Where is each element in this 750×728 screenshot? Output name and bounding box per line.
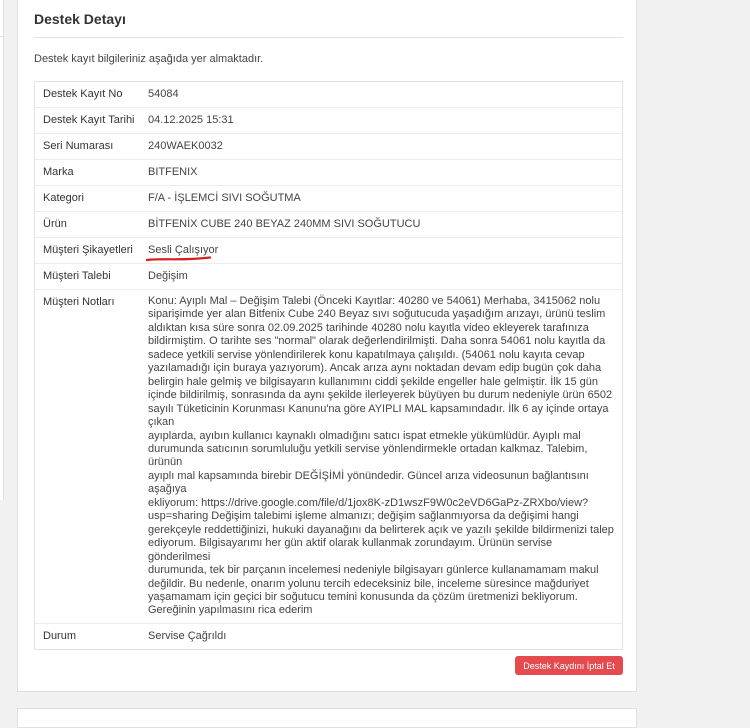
notes-line: ekliyorum: https://drive.google.com/file…: [148, 496, 589, 509]
notes-line: belirgin hale gelmiş ve bilgisayarın kul…: [148, 375, 599, 388]
next-card: [17, 708, 637, 728]
record-no-label: Destek Kayıt No: [43, 88, 123, 100]
detail-table: Destek Kayıt No 54084 Destek Kayıt Tarih…: [34, 81, 623, 650]
notes-line: durumunda satıcının sorumluluğu yetkili …: [148, 442, 588, 469]
complaint-value: Sesli Çalışıyor: [148, 244, 219, 256]
notes-label: Müşteri Notları: [43, 296, 115, 308]
record-no-value: 54084: [148, 88, 179, 100]
red-underline-annotation: [146, 256, 212, 262]
page-title: Destek Detayı: [34, 11, 126, 27]
brand-label: Marka: [43, 166, 74, 178]
notes-line: Gereğinin yapılmasını rica ederim: [148, 604, 313, 617]
record-date-value: 04.12.2025 15:31: [148, 114, 234, 126]
notes-line: yaşamamam için geçici bir soğutucu temin…: [148, 590, 578, 603]
complaint-value-wrap: Sesli Çalışıyor: [146, 243, 219, 262]
notes-line: sayılı Tüketicinin Korunması Kanunu'na g…: [148, 402, 609, 429]
record-date-label: Destek Kayıt Tarihi: [43, 114, 135, 126]
status-label: Durum: [43, 629, 77, 642]
notes-line: ayıplarda, ayıbın kullanıcı kaynaklı olm…: [148, 429, 581, 442]
row-notes: Müşteri Notları Konu: Ayıplı Mal – Değiş…: [35, 290, 622, 624]
sidebar-edge: [0, 0, 4, 500]
row-request: Müşteri Talebi Değişim: [35, 264, 622, 290]
request-value: Değişim: [148, 270, 188, 282]
row-record-date: Destek Kayıt Tarihi 04.12.2025 15:31: [35, 108, 622, 134]
product-label: Ürün: [43, 218, 67, 230]
row-brand: Marka BITFENIX: [35, 160, 622, 186]
notes-line: ayıplı mal kapsamında birebir DEĞİŞİMİ y…: [148, 469, 589, 496]
row-complaint: Müşteri Şikayetleri Sesli Çalışıyor: [35, 238, 622, 264]
notes-line: siparişimde yer alan Bitfenix Cube 240 B…: [148, 308, 606, 321]
brand-value: BITFENIX: [148, 166, 198, 178]
sidebar-edge-bump: [0, 0, 3, 37]
complaint-cell: Sesli Çalışıyor: [141, 238, 622, 263]
category-label: Kategori: [43, 192, 84, 204]
notes-line: aldıktan kısa süre sonra 02.09.2025 tari…: [148, 321, 589, 334]
notes-line: Konu: Ayıplı Mal – Değişim Talebi (Öncek…: [148, 295, 601, 307]
title-divider: [34, 37, 623, 38]
notes-line: bildirmiştim. O tarihte ses "normal" ola…: [148, 335, 606, 348]
support-detail-card: Destek Detayı Destek kayıt bilgileriniz …: [17, 0, 637, 692]
notes-value: Konu: Ayıplı Mal – Değişim Talebi (Öncek…: [141, 290, 622, 623]
notes-line: usp=sharing Değişim talebimi işleme alma…: [148, 510, 579, 523]
row-category: Kategori F/A - İŞLEMCİ SIVI SOĞUTMA: [35, 186, 622, 212]
product-value: BİTFENİX CUBE 240 BEYAZ 240MM SIVI SOĞUT…: [148, 218, 421, 230]
serial-value: 240WAEK0032: [148, 140, 223, 152]
notes-line: ediyorum. Bilgisayarımı her gün aktif ol…: [148, 537, 553, 563]
notes-line: içinde bildirilmiş, sonrasında da aynı ş…: [148, 389, 613, 402]
complaint-label: Müşteri Şikayetleri: [43, 244, 133, 256]
notes-line: durumunda, tek bir parçanın incelemesi n…: [148, 564, 599, 577]
notes-line: gerekçeyle reddettiğinizi, hukuki dayana…: [148, 523, 614, 536]
category-value: F/A - İŞLEMCİ SIVI SOĞUTMA: [148, 192, 301, 204]
row-record-no: Destek Kayıt No 54084: [35, 82, 622, 108]
request-label: Müşteri Talebi: [43, 270, 111, 282]
serial-label: Seri Numarası: [43, 140, 114, 152]
cancel-support-record-button[interactable]: Destek Kaydını İptal Et: [515, 656, 623, 675]
row-status: Durum Servise Çağrıldı: [35, 624, 622, 649]
status-value: Servise Çağrıldı: [148, 629, 227, 642]
intro-text: Destek kayıt bilgileriniz aşağıda yer al…: [34, 53, 264, 65]
notes-line: değildir. Bu nedenle, onarım yolunu terc…: [148, 577, 589, 590]
notes-line: sadece yetkili servise yönlendirilerek k…: [148, 348, 585, 361]
notes-line: yazılamadığı için buraya yazıyorum). Anc…: [148, 362, 602, 375]
row-serial: Seri Numarası 240WAEK0032: [35, 134, 622, 160]
row-product: Ürün BİTFENİX CUBE 240 BEYAZ 240MM SIVI …: [35, 212, 622, 238]
